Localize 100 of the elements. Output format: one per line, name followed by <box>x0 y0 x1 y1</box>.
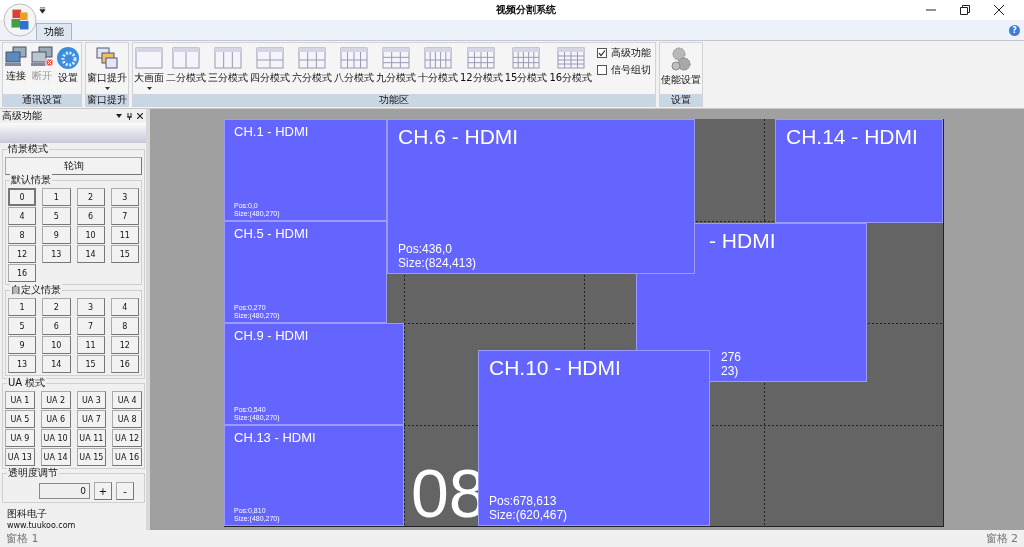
ua-button[interactable]: UA 3 <box>76 391 107 409</box>
ribbon-button[interactable]: 十分模式 <box>417 46 459 85</box>
position-text: 276 <box>721 350 743 364</box>
scene-button[interactable]: 15 <box>110 245 139 263</box>
window-title: 视频分割系统 <box>495 3 557 17</box>
ua-button[interactable]: UA 5 <box>5 410 35 428</box>
close-icon[interactable] <box>137 113 143 119</box>
ribbon-button[interactable]: 八分模式 <box>333 46 375 85</box>
ribbon-button[interactable]: 12分模式 <box>459 46 504 85</box>
opacity-field[interactable]: 0 <box>39 483 90 499</box>
ribbon-button[interactable]: 四分模式 <box>249 46 291 85</box>
scene-button[interactable]: 3 <box>110 188 139 206</box>
scene-button[interactable]: 4 <box>8 207 37 225</box>
layout-icon <box>171 46 201 70</box>
ribbon-button[interactable]: 六分模式 <box>291 46 333 85</box>
layout-icon <box>255 46 285 70</box>
scene-button[interactable]: 2 <box>42 298 71 316</box>
ribbon-button[interactable]: 九分模式 <box>375 46 417 85</box>
status-pane: 窗格 2 <box>985 531 1018 546</box>
checkbox-label[interactable]: 高级功能 <box>611 46 652 60</box>
checkbox[interactable] <box>597 48 608 58</box>
position-text: Pos:436,0 <box>398 242 454 256</box>
video-window[interactable]: CH.6 - HDMI Pos:436,0 Size:(824,413) <box>387 119 695 274</box>
ua-button[interactable]: UA 10 <box>40 429 71 447</box>
step-button[interactable]: + <box>94 482 112 500</box>
scene-button[interactable]: 16 <box>110 355 139 373</box>
size-text: 23) <box>721 364 740 378</box>
ua-button[interactable]: UA 16 <box>112 448 142 466</box>
poll-button[interactable]: 轮询 <box>5 157 142 175</box>
group-title: 情景模式 <box>7 143 49 155</box>
scene-button[interactable]: 1 <box>8 298 37 316</box>
ribbon-button[interactable]: 使能设置 <box>660 46 703 87</box>
video-window[interactable]: CH.10 - HDMI Pos:678,613 Size:(620,467) <box>478 350 710 526</box>
ribbon-button[interactable]: 15分模式 <box>503 46 549 85</box>
scene-button[interactable]: 1 <box>42 188 71 206</box>
ua-button[interactable]: UA 2 <box>40 391 71 409</box>
scene-button[interactable]: 14 <box>76 245 105 263</box>
scene-button[interactable]: 5 <box>42 207 71 225</box>
scene-button[interactable]: 6 <box>76 207 105 225</box>
scene-button[interactable]: 3 <box>76 298 105 316</box>
ua-button[interactable]: UA 1 <box>5 391 35 409</box>
checkbox[interactable] <box>597 65 608 75</box>
scene-button[interactable]: 4 <box>110 298 139 316</box>
scene-button[interactable]: 13 <box>42 245 71 263</box>
ua-button[interactable]: UA 7 <box>76 410 107 428</box>
ribbon-button[interactable]: 二分模式 <box>165 46 207 85</box>
scene-button[interactable]: 14 <box>42 355 71 373</box>
scene-button[interactable]: 0 <box>8 188 37 206</box>
scene-button[interactable]: 7 <box>76 317 105 335</box>
scene-button[interactable]: 12 <box>8 245 37 263</box>
scene-button[interactable]: 9 <box>42 226 71 244</box>
quick-access-icon[interactable] <box>39 6 46 14</box>
scene-button[interactable]: 2 <box>76 188 105 206</box>
dropdown-icon[interactable] <box>116 114 122 118</box>
scene-button[interactable]: 16 <box>8 264 37 282</box>
video-window[interactable]: CH.14 - HDMI <box>775 119 943 223</box>
ribbon-button[interactable]: 窗口提升 <box>86 46 128 90</box>
restore-icon[interactable] <box>960 5 970 15</box>
ua-button[interactable]: UA 15 <box>76 448 107 466</box>
ribbon-button[interactable]: 16分模式 <box>548 46 594 85</box>
ua-button[interactable]: UA 14 <box>40 448 71 466</box>
ribbon-button[interactable]: 大画面 <box>133 46 165 90</box>
scene-button[interactable]: 11 <box>76 336 105 354</box>
ua-button[interactable]: UA 8 <box>112 410 142 428</box>
ua-button[interactable]: UA 6 <box>40 410 71 428</box>
scene-button[interactable]: 9 <box>8 336 37 354</box>
scene-button[interactable]: 11 <box>110 226 139 244</box>
ribbon-button[interactable]: 连接 <box>3 46 29 83</box>
scene-button[interactable]: 6 <box>42 317 71 335</box>
channel-title: CH.13 - HDMI <box>234 430 317 445</box>
ribbon-button[interactable]: 三分模式 <box>207 46 249 85</box>
size-text: Size:(620,467) <box>489 508 569 522</box>
scene-button[interactable]: 15 <box>76 355 105 373</box>
channel-title: CH.6 - HDMI <box>398 125 520 149</box>
layout-icon <box>466 46 497 70</box>
ua-button[interactable]: UA 13 <box>5 448 35 466</box>
step-button[interactable]: - <box>116 482 134 500</box>
scene-button[interactable]: 8 <box>110 317 139 335</box>
scene-button[interactable]: 8 <box>8 226 37 244</box>
position-text: Pos:678,613 <box>489 494 558 508</box>
ua-button[interactable]: UA 12 <box>112 429 142 447</box>
layout-icon <box>555 46 586 70</box>
ua-button[interactable]: UA 9 <box>5 429 35 447</box>
ua-button[interactable]: UA 11 <box>76 429 107 447</box>
scene-button[interactable]: 12 <box>110 336 139 354</box>
scene-button[interactable]: 10 <box>42 336 71 354</box>
ua-button[interactable]: UA 4 <box>112 391 142 409</box>
help-icon[interactable]: ? <box>1009 25 1020 36</box>
scene-button[interactable]: 7 <box>110 207 139 225</box>
scene-button[interactable]: 10 <box>76 226 105 244</box>
checkbox-label[interactable]: 信号组切 <box>611 63 652 77</box>
pin-icon[interactable] <box>127 112 132 120</box>
close-icon[interactable] <box>994 5 1004 15</box>
layout-icon <box>381 46 411 70</box>
channel-title: CH.9 - HDMI <box>234 328 310 343</box>
scene-button[interactable]: 5 <box>8 317 37 335</box>
scene-button[interactable]: 13 <box>8 355 37 373</box>
ribbon-tab[interactable]: 功能 <box>36 23 72 40</box>
ribbon-button[interactable]: 设置 <box>55 46 81 85</box>
layout-icon <box>423 46 453 70</box>
